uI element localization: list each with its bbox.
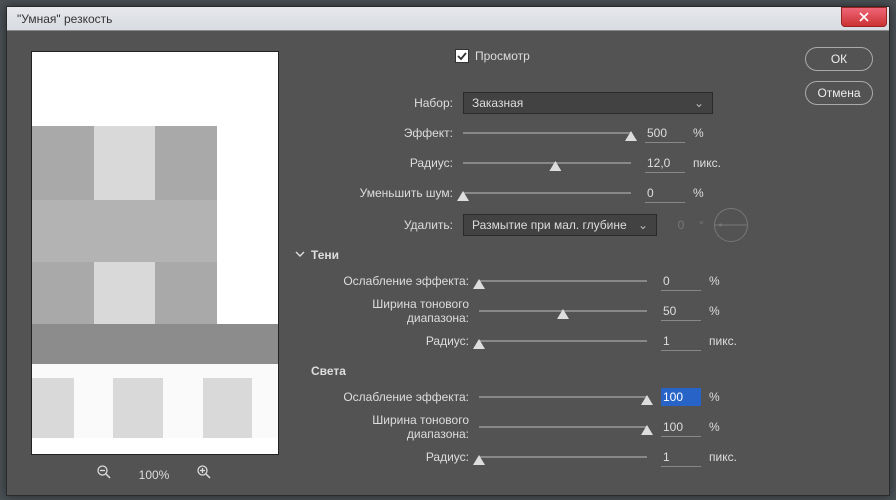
preview-image[interactable]: [31, 51, 279, 455]
chevron-down-icon: ⌄: [638, 218, 648, 232]
radius-label: Радиус:: [295, 156, 463, 170]
highlights-width-unit: %: [701, 420, 745, 434]
shadows-fade-slider[interactable]: [479, 271, 647, 291]
shadows-radius-slider[interactable]: [479, 331, 647, 351]
preview-checkbox[interactable]: [455, 49, 469, 63]
shadows-width-unit: %: [701, 304, 745, 318]
shadows-width-label: Ширина тонового диапазона:: [311, 297, 479, 325]
remove-value: Размытие при мал. глубине: [472, 218, 638, 232]
remove-label: Удалить:: [295, 218, 463, 232]
zoom-in-button[interactable]: [197, 465, 211, 484]
noise-input[interactable]: 0: [645, 184, 685, 203]
highlights-fade-slider[interactable]: [479, 387, 647, 407]
highlights-radius-unit: пикс.: [701, 450, 745, 464]
noise-unit: %: [685, 186, 729, 200]
shadows-radius-label: Радиус:: [311, 334, 479, 348]
chevron-down-icon: [295, 248, 305, 262]
remove-dropdown[interactable]: Размытие при мал. глубине ⌄: [463, 214, 657, 236]
check-icon: [457, 51, 467, 61]
amount-unit: %: [685, 126, 729, 140]
shadows-fade-input[interactable]: 0: [661, 272, 701, 291]
shadows-radius-unit: пикс.: [701, 334, 745, 348]
shadows-radius-input[interactable]: 1: [661, 332, 701, 351]
chevron-down-icon: ⌄: [694, 96, 704, 110]
angle-dial: [714, 208, 748, 242]
highlights-fade-input[interactable]: 100: [661, 388, 701, 406]
highlights-title: Света: [311, 364, 346, 378]
preset-label: Набор:: [295, 96, 463, 110]
highlights-radius-slider[interactable]: [479, 447, 647, 467]
preset-value: Заказная: [472, 96, 694, 110]
dialog-window: "Умная" резкость: [6, 6, 890, 496]
highlights-fade-label: Ослабление эффекта:: [311, 390, 479, 404]
highlights-width-input[interactable]: 100: [661, 418, 701, 437]
preview-label: Просмотр: [475, 49, 530, 63]
highlights-radius-label: Радиус:: [311, 450, 479, 464]
window-title: "Умная" резкость: [17, 12, 841, 26]
highlights-section: Света: [311, 364, 873, 378]
cancel-button[interactable]: Отмена: [805, 81, 873, 105]
close-button[interactable]: [841, 7, 887, 27]
shadows-width-slider[interactable]: [479, 301, 647, 321]
close-icon: [859, 12, 869, 22]
highlights-width-slider[interactable]: [479, 417, 647, 437]
amount-slider[interactable]: [463, 123, 631, 143]
shadows-width-input[interactable]: 50: [661, 302, 701, 321]
highlights-fade-unit: %: [701, 390, 745, 404]
shadows-section-toggle[interactable]: Тени: [295, 248, 873, 262]
radius-unit: пикс.: [685, 156, 729, 170]
highlights-radius-input[interactable]: 1: [661, 448, 701, 467]
noise-slider[interactable]: [463, 183, 631, 203]
preset-dropdown[interactable]: Заказная ⌄: [463, 92, 713, 114]
radius-slider[interactable]: [463, 153, 631, 173]
ok-button[interactable]: ОК: [805, 47, 873, 71]
angle-unit: °: [699, 218, 704, 232]
zoom-out-icon: [97, 465, 111, 479]
amount-label: Эффект:: [295, 126, 463, 140]
zoom-out-button[interactable]: [97, 465, 111, 484]
zoom-in-icon: [197, 465, 211, 479]
amount-input[interactable]: 500: [645, 124, 685, 143]
titlebar[interactable]: "Умная" резкость: [7, 7, 889, 31]
angle-input: 0: [667, 218, 695, 232]
shadows-title: Тени: [311, 248, 339, 262]
noise-label: Уменьшить шум:: [295, 186, 463, 200]
highlights-width-label: Ширина тонового диапазона:: [311, 413, 479, 441]
zoom-level[interactable]: 100%: [139, 468, 170, 482]
radius-input[interactable]: 12,0: [645, 154, 685, 173]
shadows-fade-label: Ослабление эффекта:: [311, 274, 479, 288]
shadows-fade-unit: %: [701, 274, 745, 288]
